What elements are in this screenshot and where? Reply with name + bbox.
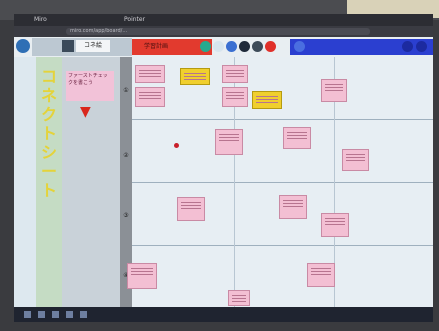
sticky-note[interactable]: [127, 263, 157, 289]
sticky-note[interactable]: [307, 263, 335, 287]
grid-divider: [132, 182, 433, 183]
sticky-note[interactable]: [135, 87, 165, 107]
browser-tab-2[interactable]: Pointer: [124, 14, 145, 26]
down-arrow-icon: ▼: [80, 104, 91, 120]
browser-icon[interactable]: [66, 311, 73, 318]
start-icon[interactable]: [24, 311, 31, 318]
address-bar: miro.com/app/board/...: [14, 26, 433, 37]
row-label-1: ①: [123, 87, 129, 94]
sticky-note[interactable]: [177, 197, 205, 221]
back-icon[interactable]: [62, 40, 74, 52]
sticky-note[interactable]: [279, 195, 307, 219]
board-toolbar: コネ絵 学習計画: [14, 37, 433, 57]
settings-icon[interactable]: [402, 41, 413, 52]
browser-titlebar: Miro Pointer: [14, 14, 433, 26]
menu-icon[interactable]: [16, 39, 30, 53]
back-button-label[interactable]: コネ絵: [76, 40, 110, 52]
sticky-note[interactable]: [283, 127, 311, 149]
shape-tool-icon[interactable]: [239, 41, 250, 52]
sticky-note[interactable]: [321, 213, 349, 237]
record-icon[interactable]: [265, 41, 276, 52]
pen-tool-icon[interactable]: [226, 41, 237, 52]
title-strip: コネクトシート: [36, 57, 62, 307]
sticky-note[interactable]: [222, 87, 248, 107]
section-label: 学習計画: [144, 43, 169, 50]
row-label-3: ③: [123, 212, 129, 219]
search-icon[interactable]: [38, 311, 45, 318]
taskbar: [14, 307, 433, 322]
browser-tab[interactable]: Miro: [34, 14, 47, 26]
whiteboard[interactable]: コネクトシート ファーストチェックを書こう ▼ ① ② ③ ④: [14, 57, 433, 307]
sticky-note-yellow[interactable]: [252, 91, 282, 109]
sticky-note-yellow[interactable]: [180, 68, 210, 85]
grid-divider: [132, 119, 433, 120]
app-icon[interactable]: [80, 311, 87, 318]
sticky-note[interactable]: [222, 65, 248, 83]
share-icon[interactable]: [294, 41, 305, 52]
pin-icon: [174, 143, 179, 148]
zoom-icon[interactable]: [416, 41, 427, 52]
grid-divider: [132, 245, 433, 246]
url-field[interactable]: miro.com/app/board/...: [66, 28, 370, 35]
sticky-note[interactable]: [342, 149, 369, 171]
board-title: コネクトシート: [40, 67, 57, 200]
color-tool-icon[interactable]: [200, 41, 211, 52]
sticky-note[interactable]: [228, 290, 250, 306]
sticky-note[interactable]: [135, 65, 165, 83]
screen: Miro Pointer miro.com/app/board/... コネ絵 …: [14, 14, 433, 322]
text-tool-icon[interactable]: [213, 41, 224, 52]
row-label-2: ②: [123, 152, 129, 159]
folder-icon[interactable]: [52, 311, 59, 318]
sticky-note[interactable]: [321, 79, 347, 102]
sticky-tool-icon[interactable]: [252, 41, 263, 52]
intro-note[interactable]: ファーストチェックを書こう: [66, 71, 114, 101]
sticky-note[interactable]: [215, 129, 243, 155]
